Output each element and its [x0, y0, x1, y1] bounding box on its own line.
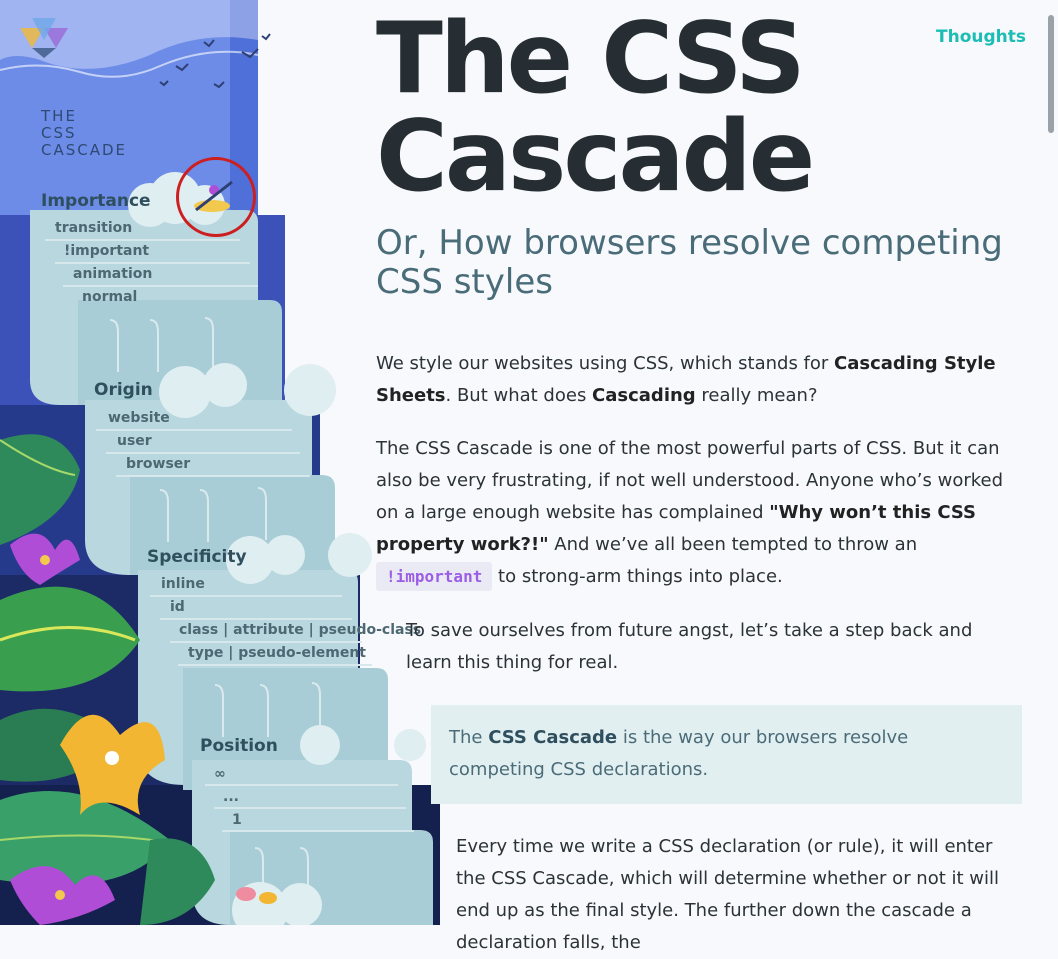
cascade-description-paragraph: The CSS Cascade is one of the most power… [376, 433, 1022, 593]
page-title: The CSS Cascade [376, 2, 815, 214]
cascade-item-id[interactable]: id [170, 599, 185, 615]
cascade-item-transition[interactable]: transition [55, 220, 132, 236]
cascade-item-animation[interactable]: animation [73, 266, 152, 282]
important-code-chip: !important [376, 562, 493, 591]
fish-icon [236, 887, 277, 904]
position-marker-ring [176, 157, 256, 237]
page-subtitle: Or, How browsers resolve competing CSS s… [376, 223, 1003, 302]
scrollbar-thumb[interactable] [1048, 15, 1054, 133]
section-specificity[interactable]: Specificity [147, 547, 247, 567]
cascade-item-infinity[interactable]: ∞ [214, 766, 226, 782]
cascade-item-class[interactable]: class | attribute | pseudo-class [179, 622, 421, 638]
cascade-item-one[interactable]: 1 [232, 812, 242, 828]
site-logo-icon[interactable] [20, 18, 68, 58]
cascade-item-user[interactable]: user [117, 433, 152, 449]
cascade-item-type[interactable]: type | pseudo-element [188, 645, 366, 661]
intro-paragraph: We style our websites using CSS, which s… [376, 353, 996, 406]
section-importance[interactable]: Importance [41, 191, 151, 211]
definition-callout: The CSS Cascade is the way our browsers … [431, 705, 1022, 804]
angst-paragraph: To save ourselves from future angst, let… [406, 620, 973, 673]
cascade-item-ellipsis[interactable]: ... [223, 789, 239, 805]
section-position[interactable]: Position [200, 736, 278, 756]
cascade-item-website[interactable]: website [108, 410, 170, 426]
declaration-paragraph: Every time we write a CSS declaration (o… [456, 836, 1000, 953]
cascade-illustration: THE CSS CASCADE Importance transition !i… [0, 0, 440, 925]
cascade-item-normal[interactable]: normal [82, 289, 137, 305]
cascade-item-inline[interactable]: inline [161, 576, 205, 592]
section-origin[interactable]: Origin [94, 380, 153, 400]
cascade-item-important[interactable]: !important [64, 243, 149, 259]
cascade-item-browser[interactable]: browser [126, 456, 190, 472]
site-title[interactable]: THE CSS CASCADE [41, 108, 127, 159]
